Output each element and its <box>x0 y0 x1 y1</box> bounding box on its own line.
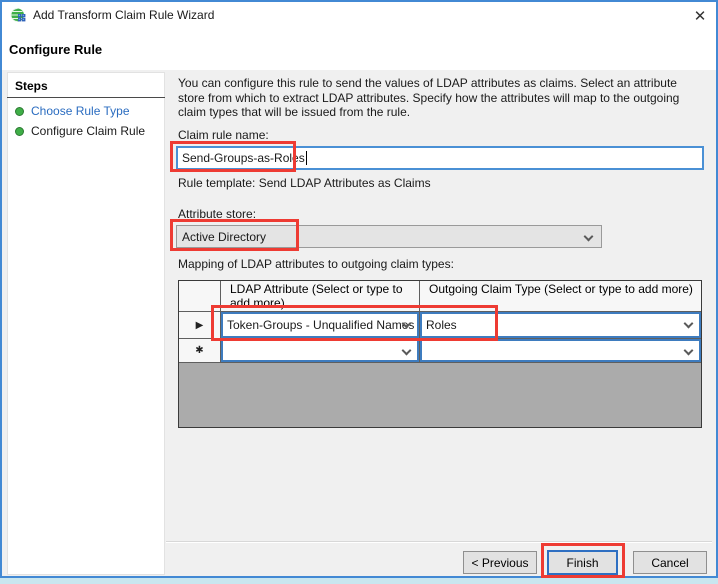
previous-button[interactable]: < Previous <box>463 551 537 574</box>
step-label: Choose Rule Type <box>31 104 130 118</box>
table-row: ▶ Token-Groups - Unqualified Names Roles <box>179 312 701 339</box>
current-row-icon: ▶ <box>195 319 204 331</box>
page-title: Configure Rule <box>9 42 103 57</box>
outgoing-claim-type-value: Roles <box>426 318 457 332</box>
footer-divider <box>166 541 712 543</box>
attribute-store-label: Attribute store: <box>178 207 257 221</box>
row-selector-cell[interactable]: ✱ <box>179 339 221 363</box>
close-button[interactable]: ✕ <box>684 2 716 30</box>
screen: Add Transform Claim Rule Wizard ✕ Config… <box>0 0 718 584</box>
ldap-attribute-cell <box>221 339 420 363</box>
finish-button[interactable]: Finish <box>547 550 618 575</box>
new-row-icon: ✱ <box>195 345 204 356</box>
outgoing-claim-type-cell <box>420 339 701 363</box>
attribute-store-dropdown[interactable]: Active Directory <box>176 225 602 248</box>
outgoing-claim-type-dropdown[interactable] <box>420 339 701 362</box>
close-icon: ✕ <box>693 8 707 25</box>
claim-rule-name-value: Send-Groups-as-Roles <box>182 151 305 165</box>
mapping-label: Mapping of LDAP attributes to outgoing c… <box>178 257 454 271</box>
steps-heading: Steps <box>15 79 48 93</box>
row-selector-header <box>179 281 221 312</box>
outgoing-claim-type-cell: Roles <box>420 312 701 339</box>
chevron-down-icon <box>683 318 694 329</box>
finish-button-label: Finish <box>566 555 599 570</box>
claim-rule-name-input[interactable]: Send-Groups-as-Roles <box>176 146 704 170</box>
step-bullet-icon <box>15 126 24 136</box>
step-configure-claim-rule[interactable]: Configure Claim Rule <box>15 124 145 138</box>
steps-divider <box>7 97 165 98</box>
table-header-row: LDAP Attribute (Select or type to add mo… <box>179 281 701 312</box>
previous-button-label: < Previous <box>471 555 529 570</box>
ldap-attribute-dropdown[interactable]: Token-Groups - Unqualified Names <box>221 312 419 338</box>
outgoing-claim-type-dropdown[interactable]: Roles <box>420 312 701 338</box>
cancel-button-label: Cancel <box>651 555 689 570</box>
window-title: Add Transform Claim Rule Wizard <box>33 8 215 22</box>
app-icon <box>10 8 26 22</box>
step-label: Configure Claim Rule <box>31 124 146 138</box>
table-row-new: ✱ <box>179 339 701 363</box>
step-choose-rule-type[interactable]: Choose Rule Type <box>15 104 130 118</box>
column-header-label: LDAP Attribute (Select or type to add mo… <box>230 282 403 310</box>
ldap-attribute-column-header: LDAP Attribute (Select or type to add mo… <box>221 281 420 312</box>
rule-description-text: You can configure this rule to send the … <box>178 76 680 120</box>
step-bullet-icon <box>15 106 24 116</box>
attribute-store-value: Active Directory <box>182 229 267 244</box>
outgoing-claim-type-column-header: Outgoing Claim Type (Select or type to a… <box>420 281 701 312</box>
steps-panel <box>7 72 165 575</box>
chevron-down-icon <box>401 345 412 356</box>
rule-template-label: Rule template: Send LDAP Attributes as C… <box>178 176 431 190</box>
column-header-label: Outgoing Claim Type (Select or type to a… <box>429 282 693 296</box>
ldap-attribute-value: Token-Groups - Unqualified Names <box>227 318 415 332</box>
ldap-attribute-cell: Token-Groups - Unqualified Names <box>221 312 420 339</box>
text-caret <box>305 151 307 165</box>
ldap-attribute-dropdown[interactable] <box>221 339 419 362</box>
claim-rule-name-label: Claim rule name: <box>178 128 269 142</box>
header-band <box>2 30 716 70</box>
table-empty-area <box>179 363 701 427</box>
chevron-down-icon <box>583 231 594 242</box>
chevron-down-icon <box>683 345 694 356</box>
mapping-table: LDAP Attribute (Select or type to add mo… <box>178 280 702 428</box>
row-selector-cell[interactable]: ▶ <box>179 312 221 339</box>
cancel-button[interactable]: Cancel <box>633 551 707 574</box>
